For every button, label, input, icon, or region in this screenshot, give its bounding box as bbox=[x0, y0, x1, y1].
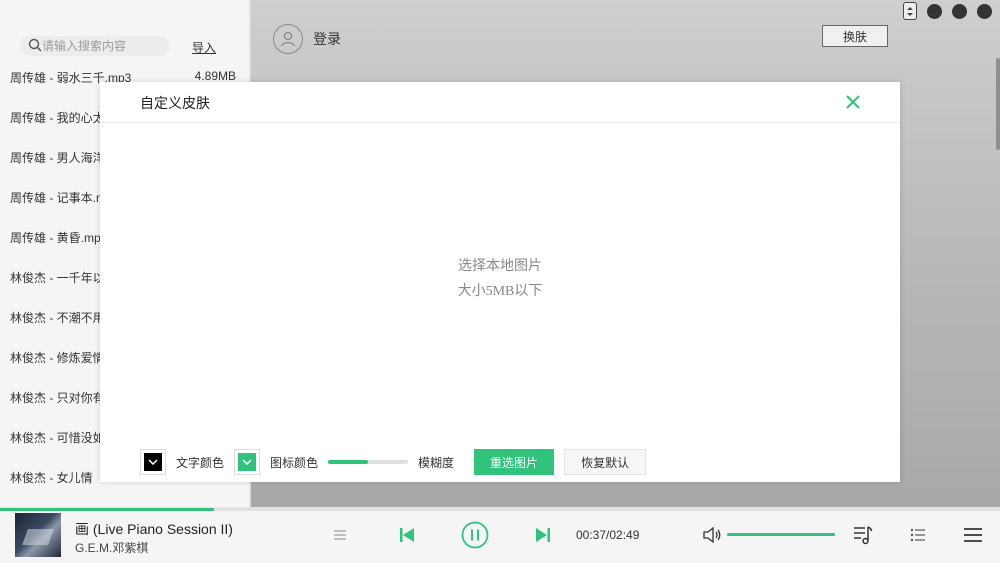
playlist-icon[interactable] bbox=[909, 526, 927, 544]
login-link[interactable]: 登录 bbox=[313, 29, 341, 49]
song-name: 林俊杰 - 女儿情 bbox=[10, 471, 93, 485]
search-input[interactable] bbox=[42, 37, 172, 55]
song-name: 林俊杰 - 只对你有 bbox=[10, 391, 105, 405]
dialog-footer: 文字颜色 图标颜色 模糊度 重选图片 恢复默认 bbox=[140, 449, 647, 475]
track-artist: G.E.M.邓紫棋 bbox=[75, 541, 149, 555]
list-mode-icon[interactable] bbox=[333, 528, 347, 542]
lyrics-icon[interactable] bbox=[853, 524, 873, 546]
player-bar: 画 (Live Piano Session II) G.E.M.邓紫棋 00:3… bbox=[0, 507, 1000, 563]
song-name: 周传雄 - 男人海洋 bbox=[10, 151, 105, 165]
song-name: 林俊杰 - 不潮不用 bbox=[10, 311, 105, 325]
close-icon[interactable] bbox=[844, 93, 862, 111]
text-color-swatch bbox=[144, 453, 162, 471]
time-display: 00:37/02:49 bbox=[576, 528, 640, 542]
skip-forward-icon[interactable] bbox=[533, 525, 553, 545]
scrollbar[interactable] bbox=[996, 58, 1000, 150]
track-title: 画 (Live Piano Session II) bbox=[75, 521, 233, 537]
blur-slider-fill bbox=[328, 460, 369, 464]
menu-icon[interactable] bbox=[962, 525, 984, 545]
window-controls bbox=[903, 2, 992, 20]
chevron-down-icon bbox=[242, 459, 252, 465]
icon-color-picker[interactable] bbox=[234, 449, 261, 475]
chevron-down-icon bbox=[148, 459, 158, 465]
blur-label: 模糊度 bbox=[418, 455, 455, 470]
upload-hint: 选择本地图片 bbox=[458, 259, 542, 274]
image-upload-area[interactable]: 选择本地图片 大小5MB以下 bbox=[100, 124, 900, 434]
close-window-button[interactable] bbox=[977, 3, 992, 19]
song-size: 4.89MB bbox=[194, 69, 236, 83]
song-name: 林俊杰 - 可惜没如 bbox=[10, 431, 105, 445]
song-name: 周传雄 - 黄昏.mp bbox=[10, 231, 101, 245]
upload-size-hint: 大小5MB以下 bbox=[457, 284, 543, 299]
blur-slider[interactable] bbox=[328, 460, 409, 464]
maximize-button[interactable] bbox=[952, 3, 967, 19]
mini-mode-icon[interactable] bbox=[903, 2, 917, 20]
skip-back-icon[interactable] bbox=[397, 525, 417, 545]
pause-icon[interactable] bbox=[461, 521, 489, 549]
login-area[interactable]: 登录 bbox=[273, 24, 341, 54]
icon-color-swatch bbox=[238, 453, 257, 471]
restore-default-button[interactable]: 恢复默认 bbox=[564, 449, 647, 475]
volume-icon[interactable] bbox=[702, 526, 722, 544]
song-name: 周传雄 - 记事本.m bbox=[10, 191, 106, 205]
user-icon[interactable] bbox=[273, 24, 303, 54]
text-color-label: 文字颜色 bbox=[176, 455, 225, 470]
skin-button[interactable]: 换肤 bbox=[822, 25, 888, 47]
progress-fill bbox=[0, 508, 214, 511]
search-row: 导入 bbox=[14, 36, 249, 56]
volume-fill bbox=[727, 533, 835, 536]
search-box[interactable] bbox=[20, 36, 172, 56]
song-name: 林俊杰 - 一千年以 bbox=[10, 271, 105, 285]
text-color-picker[interactable] bbox=[140, 449, 166, 475]
song-name: 周传雄 - 我的心太 bbox=[10, 111, 105, 125]
minimize-button[interactable] bbox=[927, 3, 942, 19]
dialog-title: 自定义皮肤 bbox=[140, 95, 210, 111]
search-icon bbox=[28, 38, 42, 52]
dialog-header: 自定义皮肤 bbox=[100, 82, 900, 123]
album-cover[interactable] bbox=[15, 513, 61, 557]
reselect-image-button[interactable]: 重选图片 bbox=[474, 449, 555, 475]
volume-slider[interactable] bbox=[727, 533, 835, 536]
custom-skin-dialog: 自定义皮肤 选择本地图片 大小5MB以下 文字颜色 图标颜色 模糊度 重选图片 … bbox=[100, 82, 900, 482]
import-link[interactable]: 导入 bbox=[192, 39, 216, 56]
song-name: 林俊杰 - 修炼爱情 bbox=[10, 351, 105, 365]
icon-color-label: 图标颜色 bbox=[270, 455, 319, 470]
progress-bar[interactable] bbox=[0, 508, 1000, 511]
